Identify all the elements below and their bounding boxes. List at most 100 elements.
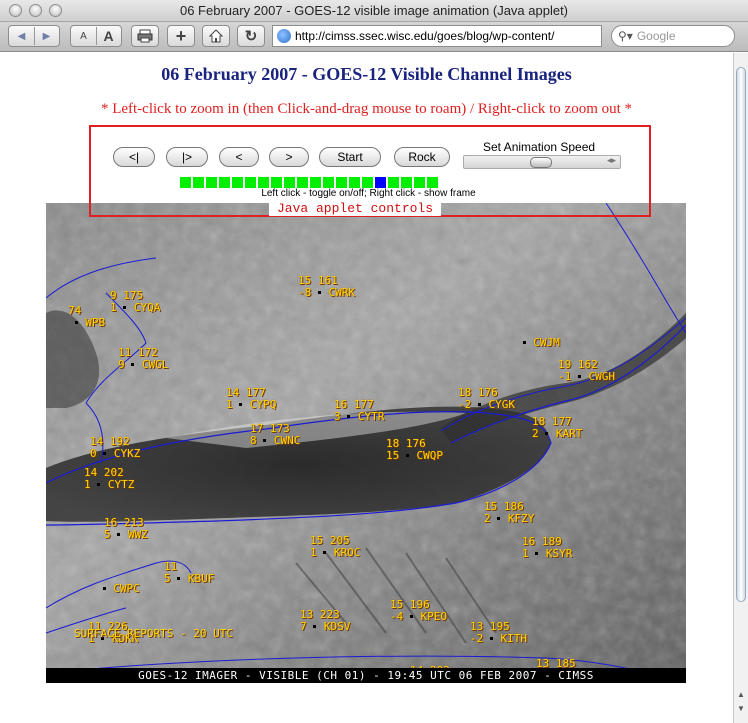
address-input[interactable]: http://cimss.ssec.wisc.edu/goes/blog/wp-… [295, 29, 554, 43]
station-id: CYQA [127, 301, 161, 314]
last-frame-button[interactable]: |> [166, 147, 208, 167]
station-marker-icon [405, 454, 409, 457]
station-id: KDSV [317, 620, 351, 633]
station-id: CYTZ [101, 478, 135, 491]
station-marker-icon [102, 587, 106, 590]
station-marker-icon [409, 615, 413, 618]
new-tab-button[interactable]: + [167, 25, 195, 47]
search-input[interactable]: Google [637, 29, 676, 43]
station-id: CYTR [351, 410, 385, 423]
scrollbar-thumb[interactable] [736, 67, 746, 602]
frame-toggle[interactable] [271, 177, 282, 188]
station-plot: 15 186 2 KFZY [484, 501, 534, 525]
surface-reports-label: SURFACE REPORTS - 20 UTC [74, 627, 233, 640]
reload-icon: ↻ [244, 28, 258, 45]
frame-toggle[interactable] [349, 177, 360, 188]
frame-toggle[interactable] [310, 177, 321, 188]
station-marker-icon [577, 375, 581, 378]
station-id: CWPC [106, 582, 140, 595]
station-marker-icon [131, 363, 135, 366]
frame-toggle[interactable] [219, 177, 230, 188]
forward-arrow-icon[interactable]: ▶ [35, 31, 59, 42]
previous-frame-button[interactable]: < [219, 147, 259, 167]
print-button[interactable] [131, 25, 159, 47]
station-id: CWQP [409, 449, 443, 462]
frame-toggle[interactable] [414, 177, 425, 188]
frame-toggle[interactable] [336, 177, 347, 188]
station-dewpoint: 1 [522, 547, 529, 560]
station-plot: 18 176 15 CWQP [386, 438, 443, 462]
station-marker-icon [477, 403, 481, 406]
station-dewpoint: 2 [484, 512, 491, 525]
home-button[interactable] [202, 25, 230, 47]
start-button[interactable]: Start [319, 147, 381, 167]
frame-toggle[interactable] [284, 177, 295, 188]
frame-toggle[interactable] [401, 177, 412, 188]
station-dewpoint: -2 [470, 632, 484, 645]
station-plot: 16 189 1 KSYR [522, 536, 572, 560]
speed-slider-knob[interactable] [530, 157, 552, 168]
frame-toggle[interactable] [180, 177, 191, 188]
back-arrow-icon[interactable]: ◀ [10, 31, 34, 42]
station-dewpoint: 1 [110, 301, 117, 314]
toggle-hint: Left click - toggle on/off; Right click … [261, 188, 476, 199]
satellite-map [46, 203, 686, 683]
station-dewpoint: 8 [250, 434, 257, 447]
station-marker-icon [239, 403, 243, 406]
station-id: KROC [327, 546, 361, 559]
frame-toggle[interactable] [245, 177, 256, 188]
station-plot: 14 192 0 CYKZ [90, 436, 140, 460]
station-plot: 18 176 -2 CYGK [458, 387, 515, 411]
text-smaller-button[interactable]: A [72, 31, 96, 42]
slider-arrows-icon[interactable]: ◂▸ [607, 155, 616, 166]
browser-window: 06 February 2007 - GOES-12 visible image… [0, 0, 748, 723]
station-dewpoint: 9 [118, 358, 125, 371]
text-size-control[interactable]: A A [70, 25, 122, 47]
station-dewpoint: 5 [164, 572, 171, 585]
station-id: KSYR [539, 547, 573, 560]
scroll-down-arrow-icon[interactable]: ▼ [734, 703, 748, 715]
satellite-image[interactable]: 9 175 1 CYQA 74 WPB 15 161 -8 CWRK CWJM 11 17… [46, 203, 686, 683]
plus-icon: + [175, 25, 187, 46]
frame-toggles [180, 177, 438, 188]
frame-toggle[interactable] [232, 177, 243, 188]
station-dewpoint: -4 [390, 610, 404, 623]
station-marker-icon [103, 452, 107, 455]
frame-toggle[interactable] [258, 177, 269, 188]
address-bar[interactable]: http://cimss.ssec.wisc.edu/goes/blog/wp-… [272, 25, 602, 47]
rock-button[interactable]: Rock [394, 147, 450, 167]
search-field[interactable]: ⚲▾ Google [611, 25, 735, 47]
station-id: CWJM [526, 336, 560, 349]
frame-toggle[interactable] [362, 177, 373, 188]
frame-toggle[interactable] [193, 177, 204, 188]
station-plot: 74 WPB [68, 305, 105, 329]
scroll-up-arrow-icon[interactable]: ▲ [734, 689, 748, 701]
station-id: KPEO [413, 610, 447, 623]
text-larger-button[interactable]: A [97, 28, 121, 44]
frame-toggle[interactable] [427, 177, 438, 188]
station-marker-icon [317, 291, 321, 294]
station-id: CWGL [135, 358, 169, 371]
vertical-scrollbar[interactable]: ▲ ▼ [733, 53, 748, 723]
frame-toggle[interactable] [297, 177, 308, 188]
zoom-instructions: * Left-click to zoom in (then Click-and-… [100, 101, 633, 117]
page-content: 06 February 2007 - GOES-12 Visible Chann… [0, 53, 733, 723]
station-dewpoint: 15 [386, 449, 400, 462]
frame-toggle[interactable] [323, 177, 334, 188]
image-caption: GOES-12 IMAGER - VISIBLE (CH 01) - 19:45… [46, 668, 686, 683]
station-dewpoint: -2 [458, 398, 472, 411]
frame-toggle[interactable] [388, 177, 399, 188]
next-frame-button[interactable]: > [269, 147, 309, 167]
speed-slider[interactable]: ◂▸ [463, 155, 621, 169]
frame-toggle[interactable] [375, 177, 386, 188]
station-dewpoint: -1 [558, 370, 572, 383]
station-plot: 16 213 5 WWZ [104, 517, 148, 541]
station-plot: 14 202 1 CYTZ [84, 467, 134, 491]
station-marker-icon [97, 483, 101, 486]
station-plot: 11 5 KBUF [164, 561, 214, 585]
first-frame-button[interactable]: <| [113, 147, 155, 167]
back-forward-control[interactable]: ◀ ▶ [8, 25, 60, 47]
reload-button[interactable]: ↻ [237, 25, 265, 47]
frame-toggle[interactable] [206, 177, 217, 188]
station-id: CWRK [321, 286, 355, 299]
